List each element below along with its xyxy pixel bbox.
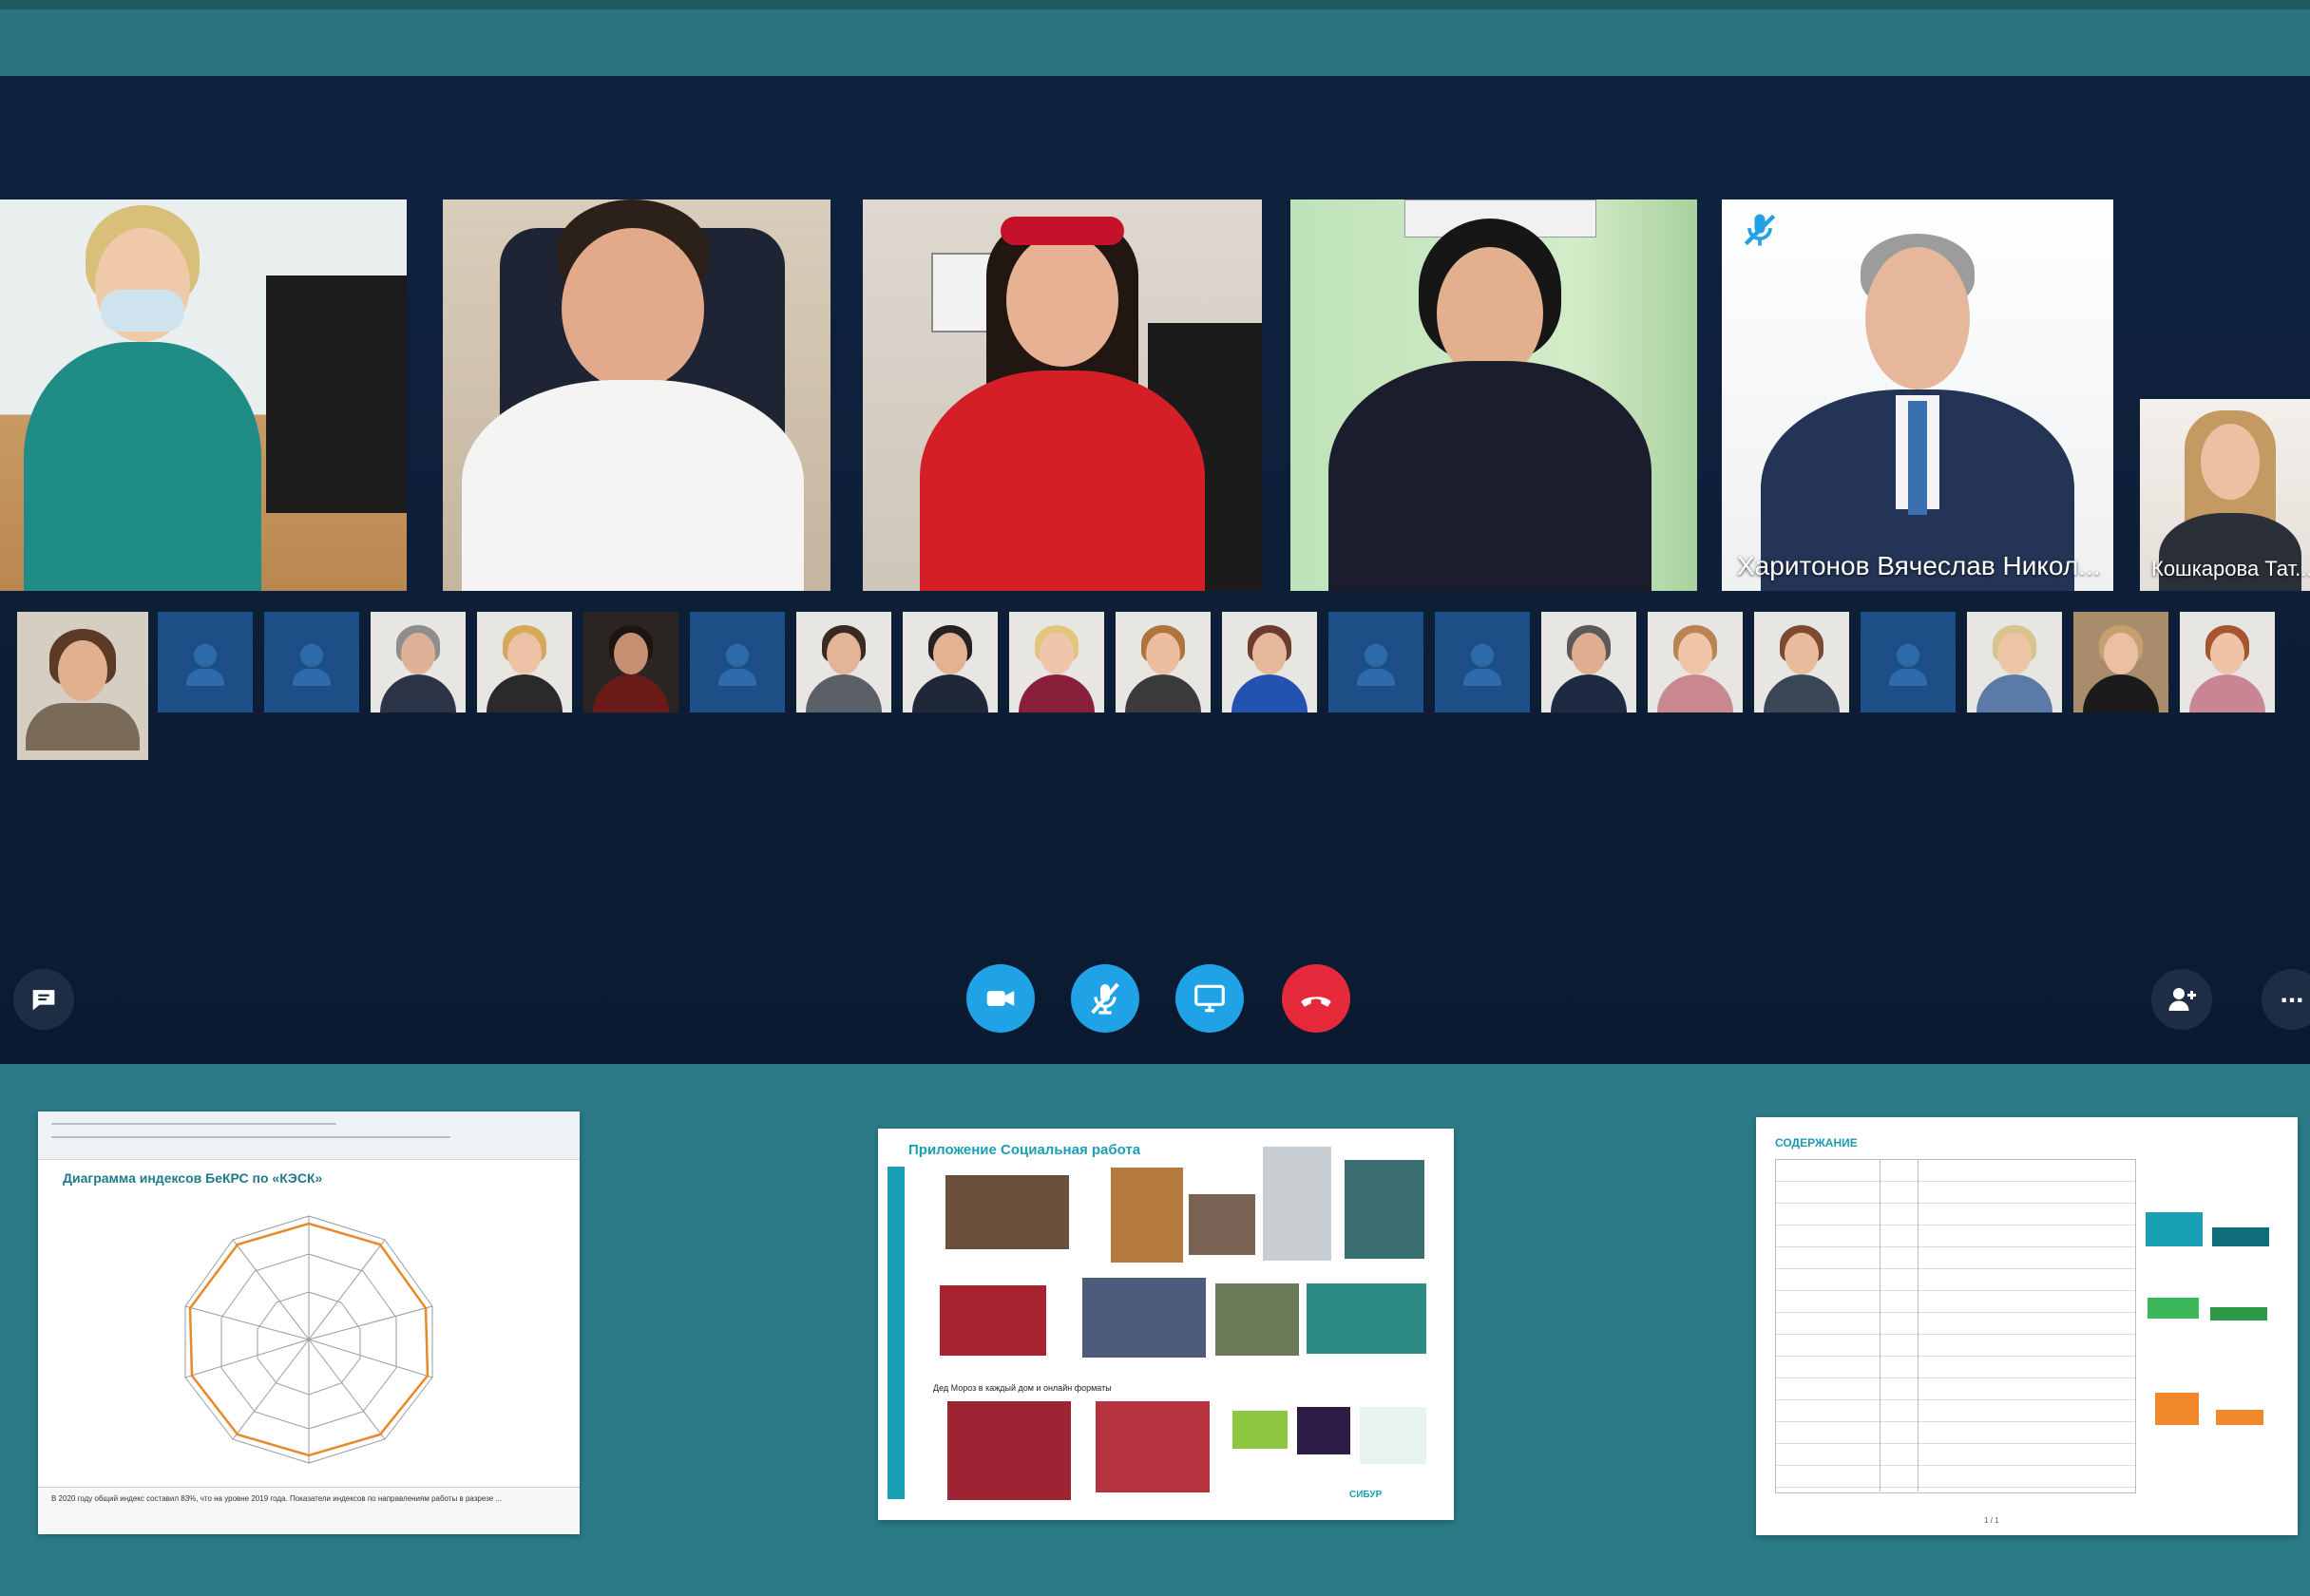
end-call-button[interactable] [1282, 964, 1350, 1033]
participant-name-5: Харитонов Вячеслав Никол... [1737, 551, 2101, 580]
microphone-muted-icon [1091, 982, 1119, 1015]
participant-thumb-2[interactable] [371, 612, 466, 712]
video-tile-participant-2[interactable] [443, 200, 830, 591]
video-camera-icon [986, 991, 1015, 1006]
participant-thumb-12[interactable] [1754, 612, 1849, 712]
add-people-button[interactable] [2151, 969, 2212, 1030]
participant-thumb-7[interactable] [1009, 612, 1104, 712]
more-options-label: ... [2280, 978, 2304, 1009]
slide-middle-title: Приложение Социальная работа [908, 1142, 1141, 1158]
video-tile-participant-6[interactable]: Кошкарова Тат... [2140, 399, 2310, 591]
microphone-muted-icon [1744, 214, 1776, 246]
slide-radar-chart[interactable]: Диаграмма индексов БеКРС по «КЭСК» В 202… [38, 1112, 580, 1534]
participant-thumb-10[interactable] [1541, 612, 1636, 712]
participant-thumb-8[interactable] [1116, 612, 1211, 712]
participant-thumb-avatar-5[interactable] [1435, 612, 1530, 712]
add-person-icon [2168, 988, 2196, 1011]
participant-thumb-11[interactable] [1648, 612, 1743, 712]
participant-thumb-5[interactable] [796, 612, 891, 712]
participant-name-6: Кошкарова Тат... [2151, 557, 2310, 580]
slide-social-work[interactable]: Приложение Социальная работа Дед Мороз в… [878, 1129, 1454, 1520]
participant-thumb-14[interactable] [2073, 612, 2168, 712]
participant-thumb-avatar-2[interactable] [264, 612, 359, 712]
camera-toggle-button[interactable] [966, 964, 1035, 1033]
end-call-icon [1301, 997, 1331, 1007]
participant-thumb-6[interactable] [903, 612, 998, 712]
top-frame-band [0, 0, 2310, 76]
participant-thumb-3[interactable] [477, 612, 572, 712]
participant-thumb-15[interactable] [2180, 612, 2275, 712]
slide-left-footer: В 2020 году общий индекс составил 83%, ч… [51, 1494, 503, 1503]
slide-right-title: СОДЕРЖАНИЕ [1775, 1136, 1858, 1150]
video-tile-participant-1[interactable] [0, 200, 407, 591]
slide-right-pager: 1 / 1 [1984, 1516, 1999, 1525]
participant-thumb-4[interactable] [583, 612, 678, 712]
chat-icon [32, 990, 55, 1011]
participant-thumb-1[interactable] [17, 612, 148, 760]
participant-thumb-avatar-4[interactable] [1328, 612, 1423, 712]
share-screen-button[interactable] [1175, 964, 1244, 1033]
slide-contents-table[interactable]: СОДЕРЖАНИЕ 1 / 1 [1756, 1117, 2298, 1535]
slide-left-title: Диаграмма индексов БеКРС по «КЭСК» [63, 1170, 323, 1186]
participant-thumb-avatar-6[interactable] [1861, 612, 1956, 712]
video-tile-participant-3[interactable] [863, 200, 1262, 591]
participant-thumb-avatar-3[interactable] [690, 612, 785, 712]
radar-chart [184, 1215, 433, 1464]
slide-middle-section: Дед Мороз в каждый дом и онлайн форматы [933, 1383, 1112, 1393]
slide-middle-brand: СИБУР [1349, 1490, 1383, 1500]
video-call-screen: Харитонов Вячеслав Никол... Кошкарова Та… [0, 0, 2310, 1596]
chat-button[interactable] [13, 969, 74, 1030]
microphone-toggle-button[interactable] [1071, 964, 1139, 1033]
screen-share-icon [1194, 984, 1225, 1013]
participant-thumb-13[interactable] [1967, 612, 2062, 712]
participant-thumb-avatar-1[interactable] [158, 612, 253, 712]
video-tile-participant-4[interactable] [1290, 200, 1697, 591]
participant-thumb-9[interactable] [1222, 612, 1317, 712]
video-tile-participant-5[interactable]: Харитонов Вячеслав Никол... [1722, 200, 2113, 591]
